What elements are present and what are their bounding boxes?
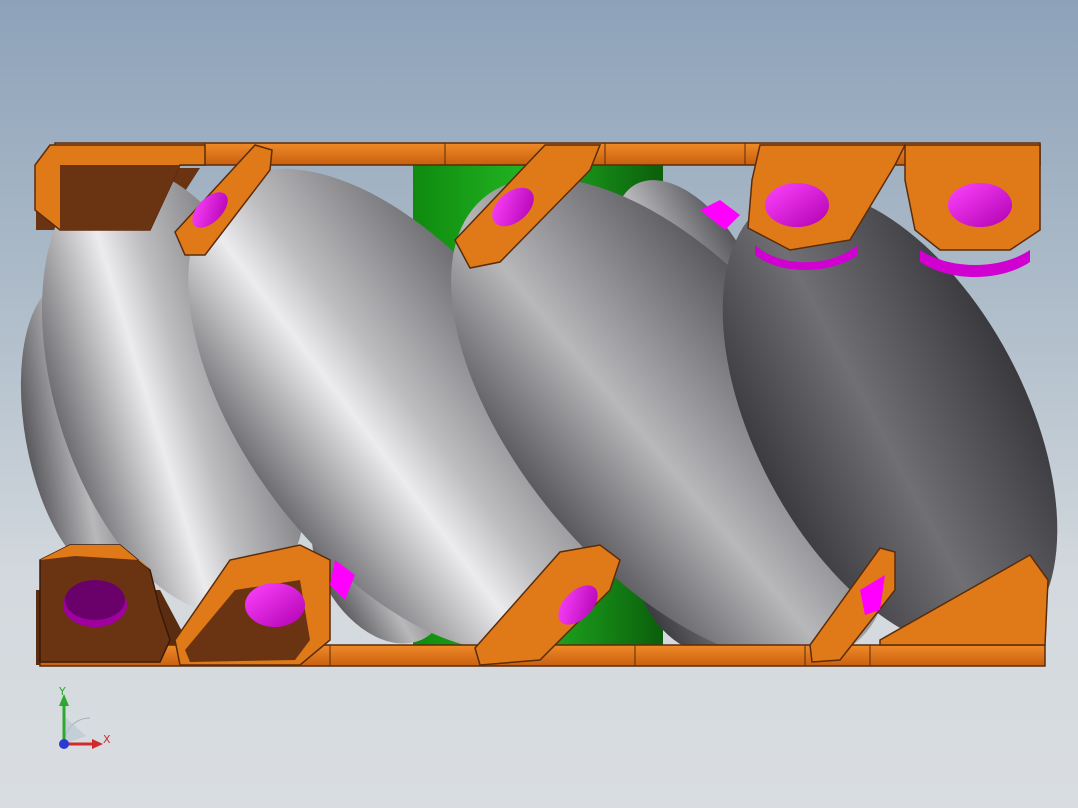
coordinate-triad: Y X	[48, 686, 118, 756]
x-axis-label: X	[103, 733, 111, 746]
y-axis-label: Y	[59, 685, 66, 698]
mecanum-wheel-model[interactable]	[0, 0, 1078, 808]
graphics-viewport[interactable]: Y X	[0, 0, 1078, 808]
z-axis-dot-icon	[59, 739, 69, 749]
triad-shadow-icon	[64, 716, 86, 744]
